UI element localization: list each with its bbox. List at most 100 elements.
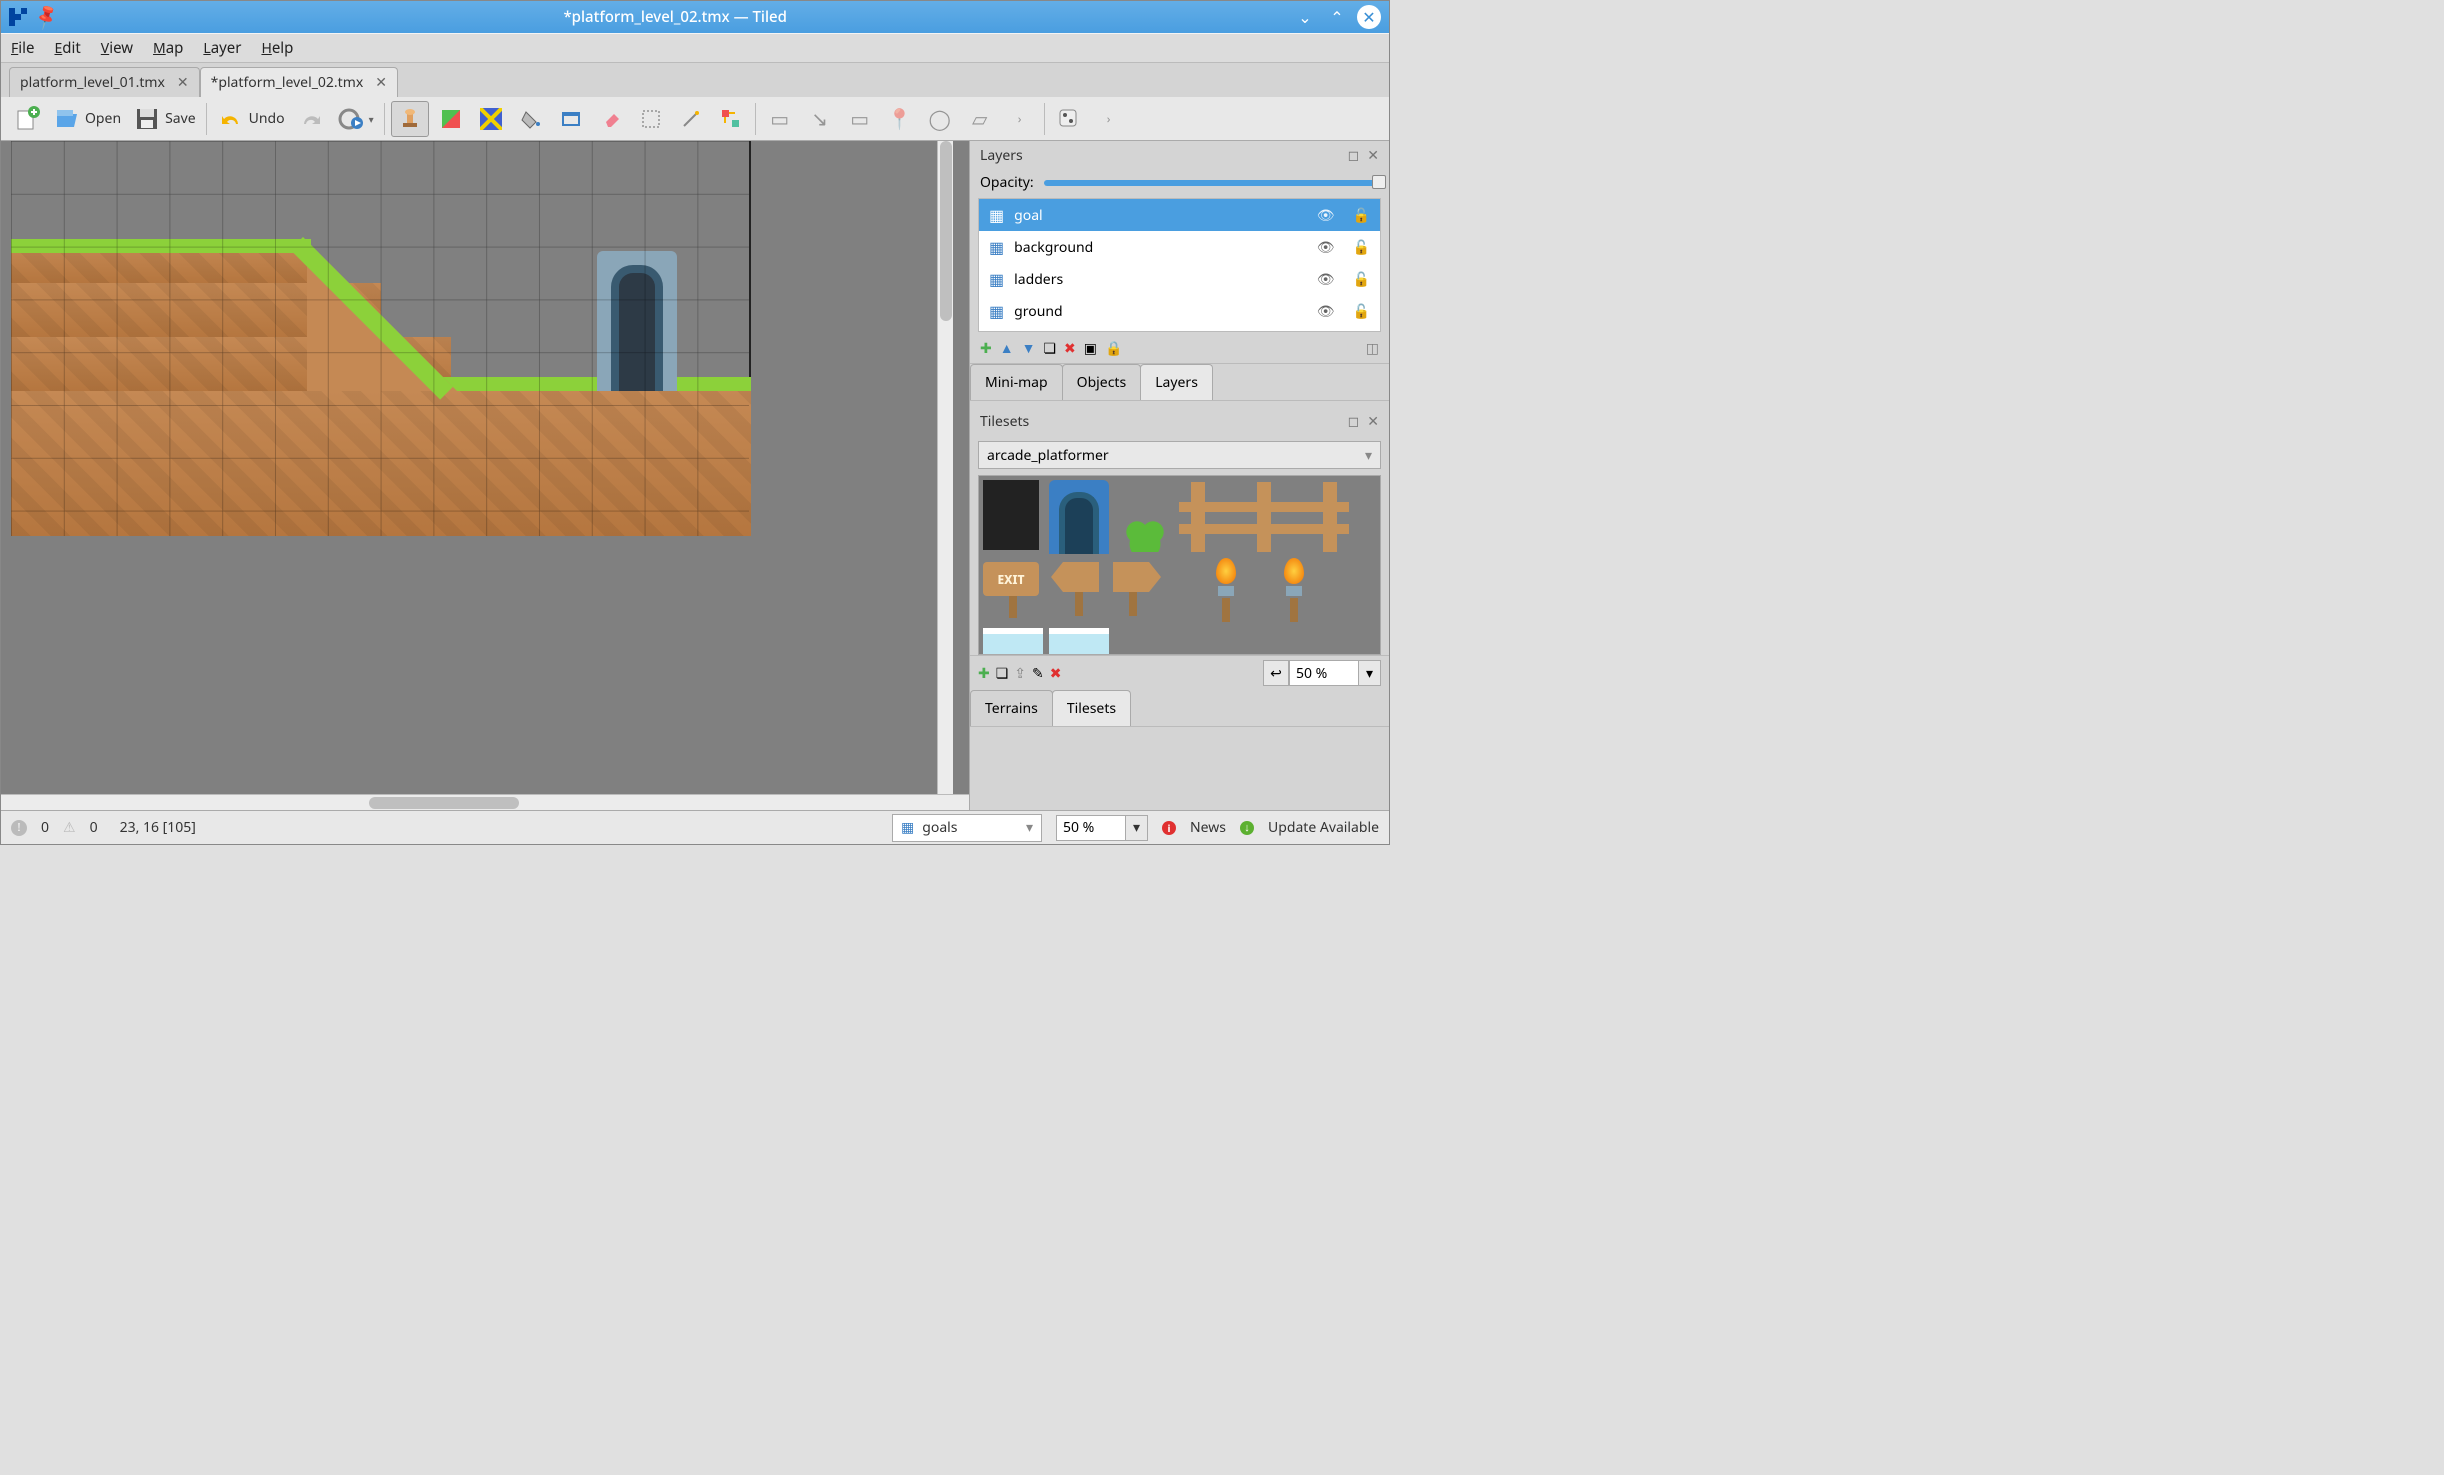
embed-icon[interactable]: ❏ [996,664,1009,683]
close-icon[interactable]: ✕ [375,73,387,92]
opacity-slider[interactable] [1044,180,1379,186]
shape-fill-tool[interactable] [553,101,589,137]
tab-minimap[interactable]: Mini-map [970,364,1063,400]
random-button[interactable] [1051,101,1087,137]
dice-icon [1055,105,1083,133]
scrollbar-horizontal[interactable] [1,794,969,810]
app-logo-icon [9,8,27,26]
layer-row-goal[interactable]: ▦goal👁🔓 [979,199,1380,231]
delete-tileset-icon[interactable]: ✖ [1050,664,1062,683]
chevron-right-icon: › [1006,105,1034,133]
tile-layer-icon: ▦ [989,300,1004,322]
redo-button[interactable] [293,101,329,137]
highlight-icon[interactable]: ◫ [1366,339,1379,358]
tileset-selector[interactable]: arcade_platformer▾ [978,441,1381,469]
map-canvas[interactable] [1,141,953,794]
same-tile-tool[interactable] [713,101,749,137]
more[interactable]: › [1091,101,1127,137]
ellipse-tool[interactable]: ◯ [922,101,958,137]
lock-icon[interactable]: 🔓 [1353,302,1370,321]
point-tool[interactable]: 📍 [882,101,918,137]
export-icon[interactable]: ⇪ [1014,664,1026,683]
eye-icon[interactable]: 👁 [1317,238,1335,257]
wand-tool[interactable] [673,101,709,137]
doctab-2[interactable]: *platform_level_02.tmx✕ [200,67,398,97]
menu-view[interactable]: View [101,38,133,58]
lock-icon[interactable]: 🔓 [1353,206,1370,225]
move-up-icon[interactable]: ▲ [1000,339,1014,358]
tilesets-panel-tabs: Terrains Tilesets [970,690,1389,727]
tab-layers[interactable]: Layers [1140,364,1213,400]
new-button[interactable] [9,101,45,137]
run-button[interactable]: ▾ [333,101,378,137]
menu-edit[interactable]: Edit [54,38,80,58]
minimize-button[interactable]: ⌄ [1293,5,1317,29]
ellipse-icon: ◯ [926,105,954,133]
edit-poly-tool[interactable]: ↘ [802,101,838,137]
undo-icon [217,105,245,133]
new-layer-icon[interactable]: ✚ [980,339,992,358]
tileset-zoom-input[interactable] [1289,660,1359,686]
tab-tilesets[interactable]: Tilesets [1052,690,1131,726]
duplicate-icon[interactable]: ❏ [1043,339,1056,358]
open-button[interactable]: Open [49,101,125,137]
maximize-button[interactable]: ⌃ [1325,5,1349,29]
polygon-tool[interactable]: ▱ [962,101,998,137]
undock-icon[interactable]: ◻ [1348,146,1360,165]
layer-row-ground[interactable]: ▦ground👁🔓 [979,295,1380,327]
pin-icon[interactable]: 📌 [31,1,62,33]
layers-list: ▦goal👁🔓 ▦background👁🔓 ▦ladders👁🔓 ▦ground… [978,198,1381,332]
warning-count: 0 [90,818,98,837]
layer-row-ladders[interactable]: ▦ladders👁🔓 [979,263,1380,295]
lock-all-icon[interactable]: 🔒 [1105,339,1122,358]
select-tool[interactable] [633,101,669,137]
chevron-down-icon[interactable]: ▾ [1126,815,1148,841]
new-tileset-icon[interactable]: ✚ [978,664,990,683]
edit-tileset-icon[interactable]: ✎ [1032,664,1044,683]
delete-icon[interactable]: ✖ [1064,339,1076,358]
update-link[interactable]: Update Available [1268,818,1379,837]
status-bar: ! 0 ⚠ 0 23, 16 [105] ▦ goals ▾ ▾ i News … [1,810,1389,844]
move-down-icon[interactable]: ▼ [1022,339,1036,358]
map-zoom-input[interactable] [1056,815,1126,841]
save-button[interactable]: Save [129,101,200,137]
close-icon[interactable]: ✕ [177,73,189,92]
reset-zoom-icon[interactable]: ↩ [1263,660,1289,686]
map-canvas-area [1,141,969,810]
eye-icon[interactable]: 👁 [1317,206,1335,225]
menu-map[interactable]: Map [153,38,183,58]
eraser-tool[interactable] [593,101,629,137]
layer-row-background[interactable]: ▦background👁🔓 [979,231,1380,263]
stamp-tool[interactable] [391,101,429,137]
current-layer-select[interactable]: ▦ goals ▾ [892,814,1042,842]
more-tools[interactable]: › [1002,101,1038,137]
wang-tool[interactable] [473,101,509,137]
undo-button[interactable]: Undo [213,101,289,137]
eye-icon[interactable]: 👁 [1317,270,1335,289]
eye-icon[interactable]: 👁 [1317,302,1335,321]
close-icon[interactable]: ✕ [1367,412,1379,431]
gear-play-icon [337,105,365,133]
tab-objects[interactable]: Objects [1062,364,1142,400]
news-link[interactable]: News [1190,818,1226,837]
doctab-1[interactable]: platform_level_01.tmx✕ [9,67,200,97]
tile-layer-icon: ▦ [901,818,914,837]
rect-tool[interactable]: ▭ [842,101,878,137]
lock-icon[interactable]: 🔓 [1353,270,1370,289]
fill-tool[interactable] [513,101,549,137]
news-badge-icon: i [1162,821,1176,835]
menu-help[interactable]: Help [261,38,293,58]
scrollbar-vertical[interactable] [937,141,953,794]
menu-file[interactable]: File [11,38,34,58]
other-icon[interactable]: ▣ [1084,339,1097,358]
undock-icon[interactable]: ◻ [1348,412,1360,431]
chevron-down-icon[interactable]: ▾ [1359,660,1381,686]
close-icon[interactable]: ✕ [1367,146,1379,165]
close-button[interactable]: ✕ [1357,5,1381,29]
terrain-tool[interactable] [433,101,469,137]
tileset-view[interactable]: EXIT [978,475,1381,655]
obj-select-tool[interactable]: ▭ [762,101,798,137]
lock-icon[interactable]: 🔓 [1353,238,1370,257]
menu-layer[interactable]: Layer [203,38,241,58]
tab-terrains[interactable]: Terrains [970,690,1053,726]
